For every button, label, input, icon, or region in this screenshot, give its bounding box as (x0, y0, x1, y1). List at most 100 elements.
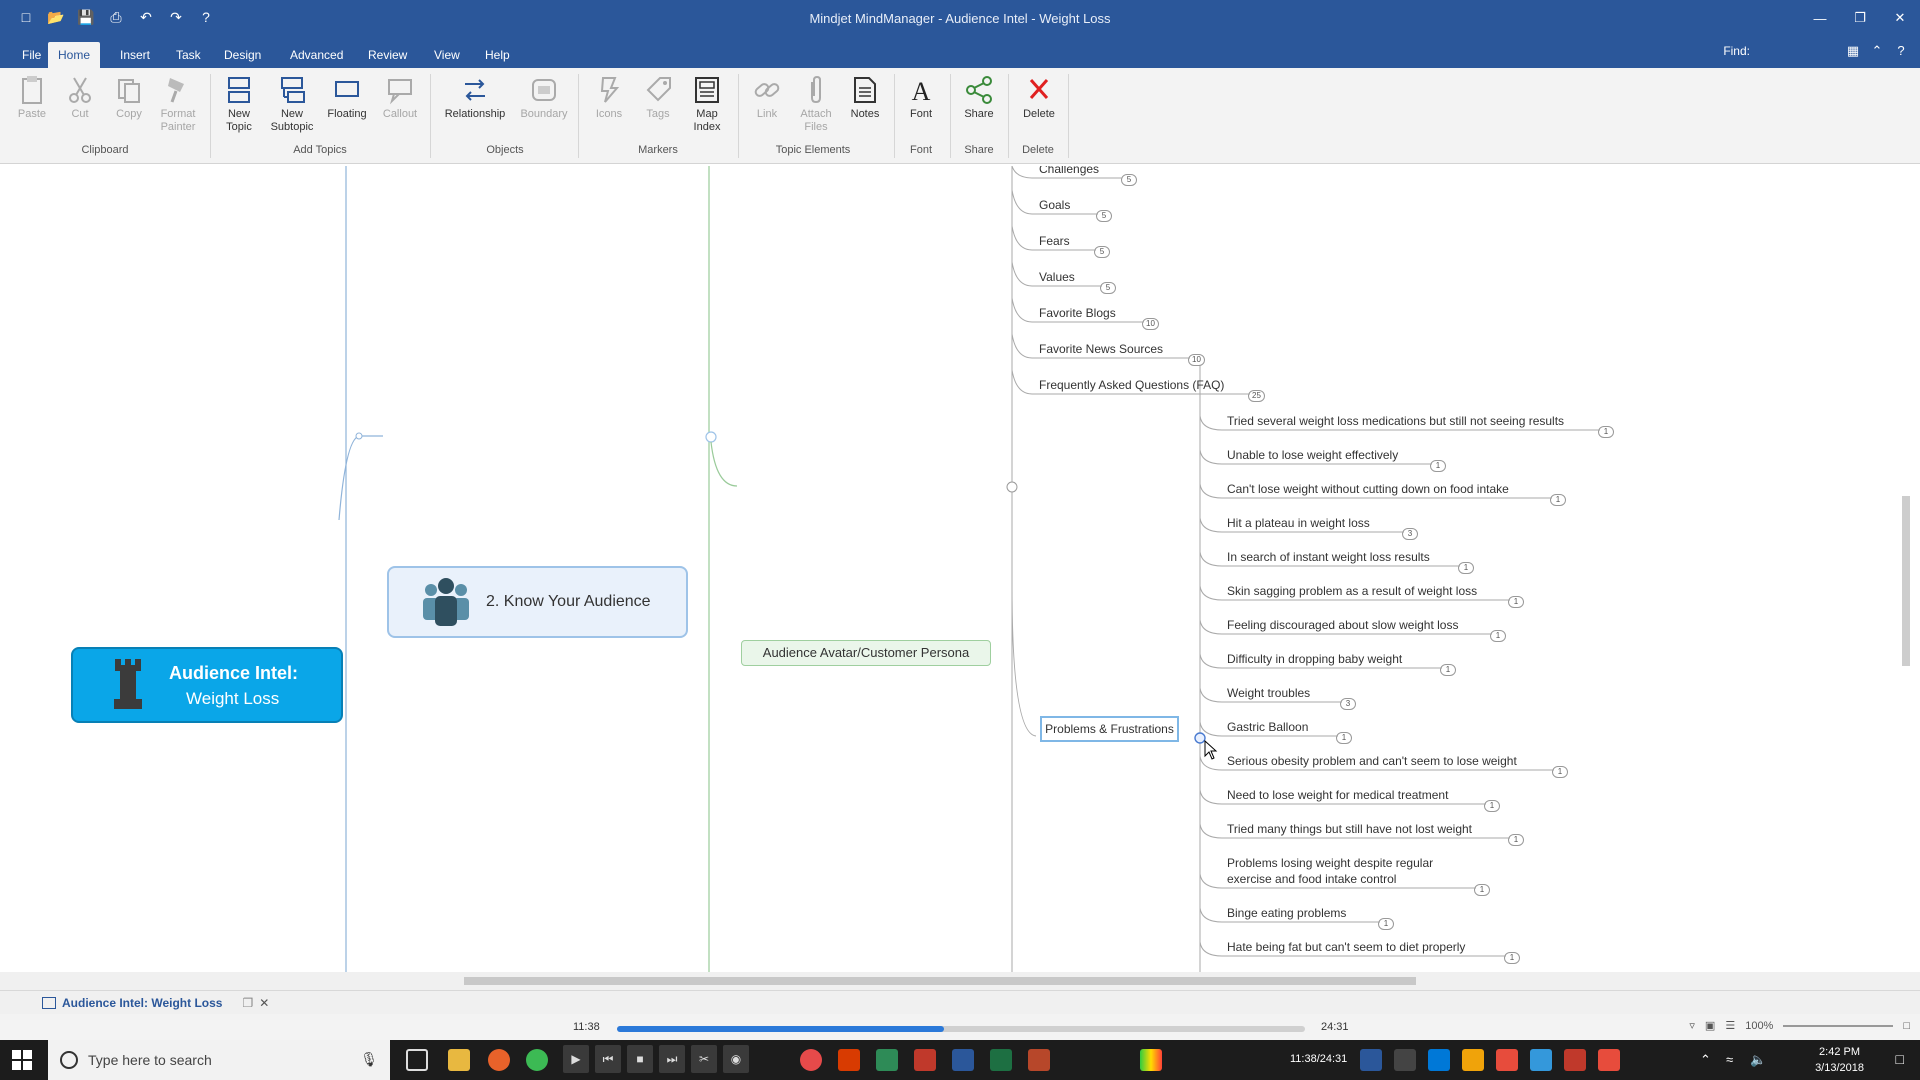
minimize-icon[interactable]: — (1800, 0, 1840, 36)
mouse-cursor-icon (1204, 740, 1218, 760)
map-index-button[interactable]: Map Index (682, 74, 732, 134)
font-icon: A (912, 77, 931, 106)
new-file-icon[interactable]: □ (14, 6, 38, 28)
tab-home[interactable]: Home (48, 42, 101, 68)
undo-icon[interactable]: ↶ (134, 6, 158, 28)
open-file-icon[interactable]: 📂 (44, 6, 68, 28)
clock-time: 2:42 PM (1819, 1046, 1861, 1058)
excel-icon[interactable] (990, 1049, 1012, 1071)
windows-start-icon[interactable] (12, 1050, 32, 1070)
vertical-scrollbar[interactable] (1896, 166, 1916, 972)
help-icon[interactable]: ? (194, 6, 218, 28)
paste-button[interactable]: Paste (7, 74, 57, 121)
app-icon[interactable] (1530, 1049, 1552, 1071)
attach-files-button[interactable]: Attach Files (791, 74, 841, 134)
delete-button[interactable]: Delete (1014, 74, 1064, 121)
view-normal-icon[interactable]: ▣ (1705, 1019, 1715, 1032)
play-icon[interactable]: ▶ (563, 1045, 589, 1073)
group-share: Share (964, 144, 994, 156)
collapse-ribbon-icon[interactable]: ⌃ (1868, 43, 1886, 59)
close-window-icon[interactable]: ✕ (1880, 0, 1920, 36)
firefox-icon[interactable] (488, 1049, 510, 1071)
word-icon[interactable] (952, 1049, 974, 1071)
app-icon[interactable] (800, 1049, 822, 1071)
view-outline-icon[interactable]: ☰ (1725, 1019, 1735, 1032)
print-icon[interactable]: ⎙ (104, 6, 128, 28)
app-icon[interactable] (1394, 1049, 1416, 1071)
float-tab-icon[interactable]: ❐ (242, 994, 253, 1012)
app-icon[interactable] (1598, 1049, 1620, 1071)
microphone-icon[interactable]: 🎙 (360, 1051, 378, 1068)
tab-file[interactable]: File (12, 42, 51, 68)
wifi-icon[interactable]: ≈ (1726, 1052, 1733, 1067)
tab-view[interactable]: View (424, 42, 470, 68)
callout-button[interactable]: Callout (375, 74, 425, 121)
floating-button[interactable]: Floating (322, 74, 372, 121)
restore-icon[interactable]: ❐ (1840, 0, 1880, 36)
link-button[interactable]: Link (742, 74, 792, 121)
speaker-icon[interactable]: 🔈 (1750, 1052, 1766, 1068)
new-topic-button[interactable]: New Topic (214, 74, 264, 134)
help-question-icon[interactable]: ? (1892, 43, 1910, 59)
acrobat-icon[interactable] (914, 1049, 936, 1071)
app-icon[interactable] (1428, 1049, 1450, 1071)
horizontal-scrollbar[interactable] (0, 972, 1920, 990)
share-button[interactable]: Share (954, 74, 1004, 121)
tab-advanced[interactable]: Advanced (280, 42, 353, 68)
tab-task[interactable]: Task (166, 42, 211, 68)
layout-icon[interactable]: ▦ (1844, 43, 1862, 59)
tab-design[interactable]: Design (214, 42, 271, 68)
font-button[interactable]: A Font (896, 74, 946, 121)
taskbar-clock[interactable]: 2:42 PM 3/13/2018 (1815, 1044, 1864, 1076)
search-circle-icon (60, 1051, 78, 1069)
zoom-level[interactable]: 100% (1745, 1020, 1773, 1032)
format-painter-button[interactable]: Format Painter (153, 74, 203, 134)
stop-icon[interactable]: ■ (627, 1045, 653, 1073)
taskbar-video-time: 11:38/24:31 (1290, 1053, 1348, 1065)
playback-progress[interactable] (617, 1026, 1305, 1032)
task-view-icon[interactable] (406, 1049, 428, 1071)
record-icon[interactable]: ◉ (723, 1045, 749, 1073)
tray-chevron-icon[interactable]: ⌃ (1700, 1052, 1711, 1068)
mindmanager-icon[interactable] (1360, 1049, 1382, 1071)
horizontal-scroll-thumb[interactable] (464, 977, 1416, 985)
fit-map-icon[interactable]: □ (1903, 1020, 1910, 1032)
vertical-scroll-thumb[interactable] (1902, 496, 1910, 666)
file-explorer-icon[interactable] (448, 1049, 470, 1071)
notes-button[interactable]: Notes (840, 74, 890, 121)
new-subtopic-button[interactable]: New Subtopic (267, 74, 317, 134)
topic-audience-persona[interactable]: Audience Avatar/Customer Persona (741, 640, 991, 666)
tab-review[interactable]: Review (358, 42, 417, 68)
filter-icon[interactable]: ▿ (1689, 1019, 1695, 1032)
camtasia-icon[interactable] (876, 1049, 898, 1071)
tab-insert[interactable]: Insert (110, 42, 160, 68)
tab-help[interactable]: Help (475, 42, 520, 68)
topic-know-your-audience[interactable]: 2. Know Your Audience (387, 566, 688, 638)
powerpoint-icon[interactable] (1028, 1049, 1050, 1071)
save-icon[interactable]: 💾 (74, 6, 98, 28)
copy-button[interactable]: Copy (104, 74, 154, 121)
topic-problems-frustrations[interactable]: Problems & Frustrations (1040, 716, 1179, 742)
cut-clip-icon[interactable]: ✂ (691, 1045, 717, 1073)
cut-button[interactable]: Cut (55, 74, 105, 121)
filezilla-icon[interactable] (838, 1049, 860, 1071)
redo-icon[interactable]: ↷ (164, 6, 188, 28)
notifications-icon[interactable]: □ (1896, 1051, 1904, 1067)
relationship-button[interactable]: Relationship (442, 74, 508, 121)
rewind-icon[interactable]: ⏮ (595, 1045, 621, 1073)
tags-button[interactable]: Tags (633, 74, 683, 121)
doc-tab-audience-intel[interactable]: Audience Intel: Weight Loss ❐ ✕ (42, 994, 269, 1012)
icons-button[interactable]: Icons (584, 74, 634, 121)
central-topic[interactable]: Audience Intel: Weight Loss (71, 647, 343, 723)
taskbar-search-box[interactable]: Type here to search 🎙 (48, 1040, 390, 1080)
app-icon[interactable] (1462, 1049, 1484, 1071)
fast-forward-icon[interactable]: ⏭ (659, 1045, 685, 1073)
close-tab-icon[interactable]: ✕ (259, 994, 269, 1012)
app-icon[interactable] (1496, 1049, 1518, 1071)
find-label[interactable]: Find: (1723, 44, 1750, 58)
map-canvas[interactable]: Audience Intel: Weight Loss 2. Know Your… (4, 166, 1894, 972)
zoom-slider[interactable] (1783, 1024, 1894, 1027)
boundary-button[interactable]: Boundary (517, 74, 571, 121)
chrome-icon[interactable] (526, 1049, 548, 1071)
app-icon[interactable] (1564, 1049, 1586, 1071)
